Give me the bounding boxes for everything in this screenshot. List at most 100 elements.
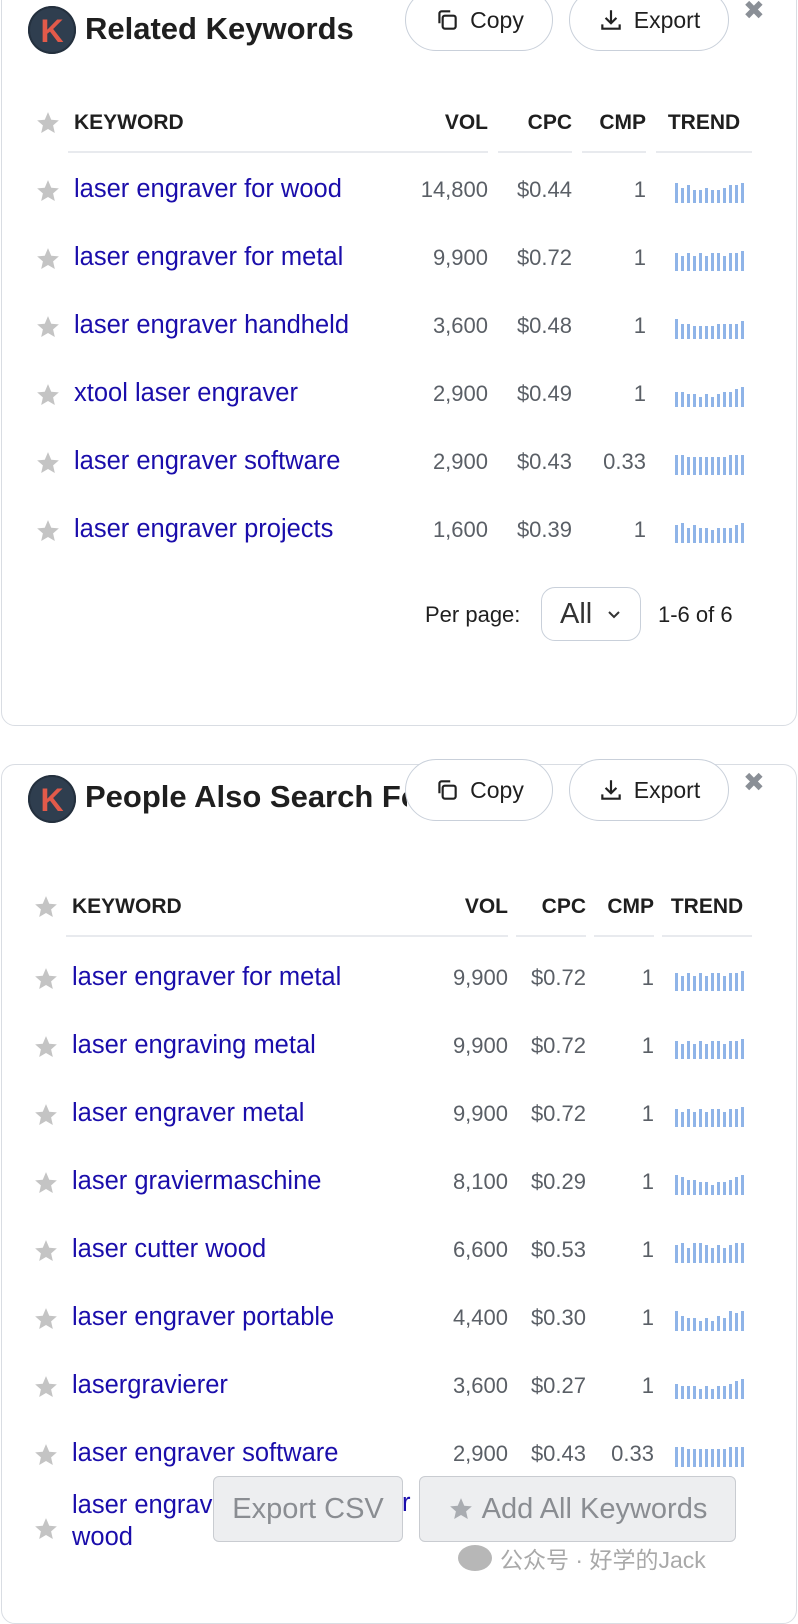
column-cmp[interactable]: CMP — [582, 95, 646, 153]
trend-bar — [705, 528, 708, 543]
trend-bar — [711, 1041, 714, 1059]
trend-bar — [735, 1381, 738, 1399]
cpc-value: $0.72 — [530, 1101, 586, 1126]
star-icon[interactable] — [33, 894, 59, 920]
column-trend[interactable]: TREND — [656, 95, 752, 153]
per-page-select[interactable]: All — [541, 587, 641, 641]
column-trend[interactable]: TREND — [662, 879, 752, 937]
star-icon[interactable] — [33, 1374, 59, 1400]
cpc-value: $0.30 — [530, 1305, 586, 1330]
keyword-link[interactable]: laser engraver software — [74, 447, 340, 476]
trend-sparkline — [675, 1309, 749, 1331]
export-csv-button[interactable]: Export CSV — [213, 1476, 403, 1542]
column-keyword[interactable]: KEYWORD — [68, 95, 404, 153]
star-icon[interactable] — [35, 110, 61, 136]
trend-bar — [741, 251, 744, 271]
star-icon[interactable] — [33, 966, 59, 992]
trend-bar — [729, 1109, 732, 1127]
close-icon[interactable]: ✖ — [743, 769, 765, 795]
trend-bar — [741, 1107, 744, 1127]
column-vol[interactable]: VOL — [402, 95, 488, 153]
trend-sparkline — [675, 249, 749, 271]
keyword-link[interactable]: lasergravierer — [72, 1371, 228, 1400]
trend-bar — [675, 183, 678, 203]
star-icon[interactable] — [35, 518, 61, 544]
keyword-link[interactable]: laser engraver for wood — [74, 175, 342, 204]
column-cpc[interactable]: CPC — [516, 879, 586, 937]
keyword-line-1: laser engrav — [72, 1491, 213, 1519]
star-icon[interactable] — [33, 1306, 59, 1332]
trend-bar — [741, 387, 744, 407]
trend-bar — [735, 253, 738, 271]
trend-bar — [681, 256, 684, 271]
star-icon[interactable] — [33, 1170, 59, 1196]
trend-bar — [705, 326, 708, 339]
add-all-keywords-button[interactable]: Add All Keywords — [419, 1476, 736, 1542]
column-keyword[interactable]: KEYWORD — [66, 879, 442, 937]
trend-bar — [741, 321, 744, 339]
trend-bar — [741, 1447, 744, 1467]
keyword-link[interactable]: laser engraver projects — [74, 515, 333, 544]
star-icon[interactable] — [35, 314, 61, 340]
column-cmp[interactable]: CMP — [594, 879, 654, 937]
trend-bar — [723, 256, 726, 271]
star-icon[interactable] — [35, 178, 61, 204]
trend-bar — [681, 1044, 684, 1059]
trend-bar — [711, 530, 714, 543]
trend-bar — [699, 253, 702, 271]
keyword-link[interactable]: laser engraver handheld — [74, 311, 349, 340]
trend-bar — [699, 1389, 702, 1399]
trend-bar — [699, 397, 702, 407]
table-row: laser engraver for metal 9,900 $0.72 1 — [2, 225, 796, 293]
copy-icon — [438, 780, 457, 800]
keyword-link[interactable]: laser engraver for metal — [74, 243, 343, 272]
copy-button[interactable]: Copy — [405, 759, 553, 821]
keyword-link[interactable]: laser engraver for metal — [72, 963, 341, 992]
star-icon[interactable] — [33, 1442, 59, 1468]
trend-bar — [681, 1243, 684, 1263]
star-icon[interactable] — [33, 1102, 59, 1128]
star-icon[interactable] — [35, 450, 61, 476]
trend-bar — [735, 1109, 738, 1127]
trend-bar — [687, 324, 690, 339]
trend-bar — [735, 1313, 738, 1331]
close-icon[interactable]: ✖ — [743, 0, 765, 23]
keyword-link[interactable]: laser engraving metal — [72, 1031, 316, 1060]
keyword-link[interactable]: laser cutter wood — [72, 1235, 266, 1264]
trend-bar — [711, 973, 714, 991]
keyword-link[interactable]: laser engrav wood — [72, 1489, 212, 1553]
trend-bar — [675, 1109, 678, 1127]
star-icon[interactable] — [33, 1034, 59, 1060]
trend-bar — [687, 394, 690, 407]
trend-bar — [729, 1384, 732, 1399]
trend-bar — [735, 1243, 738, 1263]
copy-button[interactable]: Copy — [405, 0, 553, 51]
trend-sparkline — [675, 521, 749, 543]
keyword-link[interactable]: xtool laser engraver — [74, 379, 298, 408]
star-icon — [449, 1498, 472, 1519]
trend-bar — [711, 1389, 714, 1399]
trend-bar — [741, 523, 744, 543]
competition-value: 1 — [641, 1305, 654, 1330]
trend-bar — [717, 190, 720, 203]
trend-bar — [717, 1109, 720, 1127]
keyword-link[interactable]: laser engraver portable — [72, 1303, 334, 1332]
star-icon[interactable] — [35, 382, 61, 408]
trend-sparkline — [675, 1377, 749, 1399]
export-button[interactable]: Export — [569, 759, 729, 821]
cpc-value: $0.39 — [516, 517, 572, 542]
keyword-link[interactable]: laser engraver metal — [72, 1099, 304, 1128]
export-button[interactable]: Export — [569, 0, 729, 51]
volume-value: 3,600 — [452, 1373, 508, 1398]
trend-bar — [741, 1379, 744, 1399]
star-icon[interactable] — [35, 246, 61, 272]
keyword-link[interactable]: laser graviermaschine — [72, 1167, 321, 1196]
star-icon[interactable] — [33, 1238, 59, 1264]
trend-bar — [687, 457, 690, 475]
column-vol[interactable]: VOL — [440, 879, 508, 937]
keyword-link[interactable]: laser engraver software — [72, 1439, 338, 1468]
star-icon[interactable] — [33, 1516, 59, 1542]
keyword-fragment[interactable]: r — [402, 1489, 411, 1518]
column-cpc[interactable]: CPC — [498, 95, 572, 153]
table-row: laser graviermaschine 8,100 $0.29 1 — [2, 1149, 796, 1217]
